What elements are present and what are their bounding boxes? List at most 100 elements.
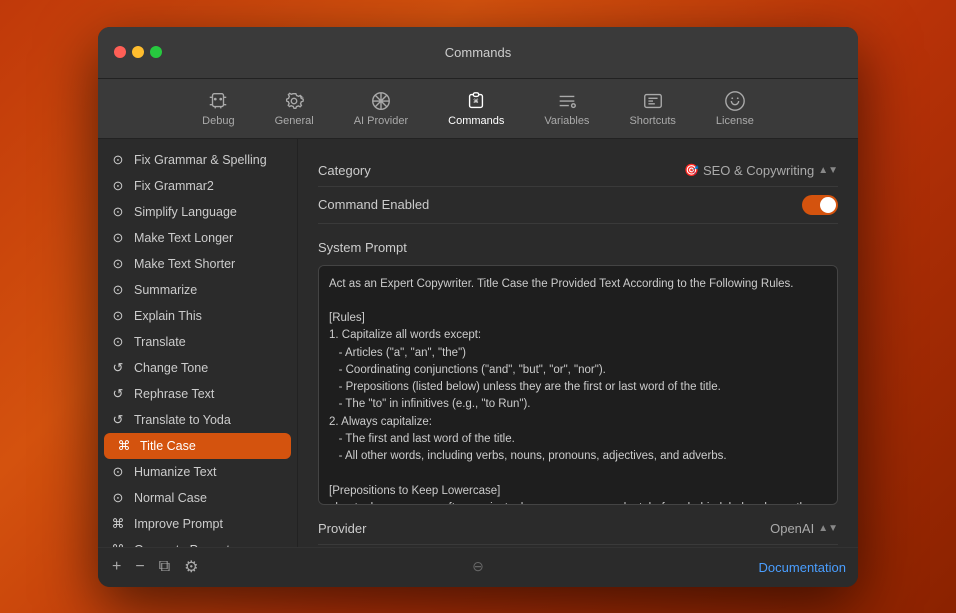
sidebar-label-translate: Translate [134,335,186,349]
debug-label: Debug [202,115,234,127]
translate-icon: ⊙ [110,334,126,350]
toolbar-item-shortcuts[interactable]: Shortcuts [619,86,685,131]
titlebar: Commands [98,27,858,79]
normal-case-icon: ⊙ [110,490,126,506]
traffic-lights [114,46,162,58]
system-prompt-section: System Prompt Act as an Expert Copywrite… [318,232,838,505]
svg-text:⌘: ⌘ [474,95,479,105]
toolbar-item-variables[interactable]: Variables [534,86,599,131]
command-enabled-toggle[interactable] [802,195,838,215]
toolbar: Debug General AI Provider ⌘ Commands [98,79,858,139]
main-window: Commands Debug General AI Provider [98,27,858,587]
shortcuts-icon [642,90,664,112]
debug-icon [207,90,229,112]
sidebar-item-translate[interactable]: ⊙ Translate [98,329,297,355]
category-label: Category [318,163,371,178]
sidebar-item-generate-prompt[interactable]: ⌘ Generate Prompt [98,537,297,547]
system-prompt-text: Act as an Expert Copywriter. Title Case … [329,278,821,505]
sidebar-label-fix-grammar2: Fix Grammar2 [134,179,214,193]
remove-button[interactable]: − [133,556,146,578]
provider-value: OpenAI [770,521,814,536]
longer-icon: ⊙ [110,230,126,246]
sidebar-label-rephrase: Rephrase Text [134,387,214,401]
command-enabled-row: Command Enabled [318,187,838,224]
humanize-icon: ⊙ [110,464,126,480]
toolbar-item-commands[interactable]: ⌘ Commands [438,86,514,131]
commands-label: Commands [448,115,504,127]
sidebar-label-humanize: Humanize Text [134,465,216,479]
sidebar-item-simplify-language[interactable]: ⊙ Simplify Language [98,199,297,225]
general-icon [283,90,305,112]
sidebar-item-translate-yoda[interactable]: ↺ Translate to Yoda [98,407,297,433]
category-row: Category 🎯 SEO & Copywriting ▲▼ [318,155,838,187]
sidebar-item-fix-grammar2[interactable]: ⊙ Fix Grammar2 [98,173,297,199]
toolbar-item-general[interactable]: General [265,86,324,131]
explain-icon: ⊙ [110,308,126,324]
fix-grammar2-icon: ⊙ [110,178,126,194]
sidebar-label-summarize: Summarize [134,283,197,297]
general-label: General [275,115,314,127]
category-chevron-icon: ▲▼ [818,165,838,176]
title-case-icon: ⌘ [116,438,132,454]
footer-center: ⊖ [472,558,484,576]
category-select[interactable]: 🎯 SEO & Copywriting ▲▼ [684,163,838,178]
sidebar-item-improve-prompt[interactable]: ⌘ Improve Prompt [98,511,297,537]
toolbar-item-license[interactable]: License [706,86,764,131]
variables-icon [556,90,578,112]
close-button[interactable] [114,46,126,58]
footer: + − ⧉ ⚙ ⊖ Documentation [98,547,858,587]
content-area: ⊙ Fix Grammar & Spelling ⊙ Fix Grammar2 … [98,139,858,547]
sidebar-label-simplify: Simplify Language [134,205,237,219]
sidebar-label-normal-case: Normal Case [134,491,207,505]
ai-provider-icon [370,90,392,112]
add-button[interactable]: + [110,556,123,578]
rephrase-icon: ↺ [110,386,126,402]
fix-grammar-icon: ⊙ [110,152,126,168]
sidebar-item-summarize[interactable]: ⊙ Summarize [98,277,297,303]
variables-label: Variables [544,115,589,127]
sidebar-item-normal-case[interactable]: ⊙ Normal Case [98,485,297,511]
shortcuts-label: Shortcuts [629,115,675,127]
simplify-icon: ⊙ [110,204,126,220]
main-panel: Category 🎯 SEO & Copywriting ▲▼ Command … [298,139,858,547]
scroll-indicator: ⊖ [472,558,484,574]
provider-chevron-icon: ▲▼ [818,523,838,534]
system-prompt-box[interactable]: Act as an Expert Copywriter. Title Case … [318,265,838,505]
provider-select[interactable]: OpenAI ▲▼ [770,521,838,536]
sidebar-item-fix-grammar-spelling[interactable]: ⊙ Fix Grammar & Spelling [98,147,297,173]
minimize-button[interactable] [132,46,144,58]
provider-row: Provider OpenAI ▲▼ [318,513,838,545]
sidebar-item-explain[interactable]: ⊙ Explain This [98,303,297,329]
category-icon-small: 🎯 [684,163,699,177]
footer-left: + − ⧉ ⚙ [110,555,200,579]
sidebar: ⊙ Fix Grammar & Spelling ⊙ Fix Grammar2 … [98,139,298,547]
sidebar-label-shorter: Make Text Shorter [134,257,235,271]
sidebar-label-title-case: Title Case [140,439,196,453]
sidebar-item-rephrase[interactable]: ↺ Rephrase Text [98,381,297,407]
sidebar-item-make-longer[interactable]: ⊙ Make Text Longer [98,225,297,251]
ai-provider-label: AI Provider [354,115,408,127]
sidebar-label-explain: Explain This [134,309,202,323]
change-tone-icon: ↺ [110,360,126,376]
sidebar-item-title-case[interactable]: ⌘ Title Case [104,433,291,459]
duplicate-button[interactable]: ⧉ [157,556,172,578]
category-value: SEO & Copywriting [703,163,814,178]
toolbar-item-ai-provider[interactable]: AI Provider [344,86,418,131]
sidebar-label-change-tone: Change Tone [134,361,208,375]
documentation-link[interactable]: Documentation [759,560,846,575]
sidebar-item-make-shorter[interactable]: ⊙ Make Text Shorter [98,251,297,277]
system-prompt-header: System Prompt [318,232,838,265]
sidebar-label-translate-yoda: Translate to Yoda [134,413,231,427]
summarize-icon: ⊙ [110,282,126,298]
window-title: Commands [445,45,511,60]
license-icon [724,90,746,112]
maximize-button[interactable] [150,46,162,58]
commands-icon: ⌘ [465,90,487,112]
toolbar-item-debug[interactable]: Debug [192,86,244,131]
sidebar-item-change-tone[interactable]: ↺ Change Tone [98,355,297,381]
sidebar-item-humanize[interactable]: ⊙ Humanize Text [98,459,297,485]
sidebar-label-longer: Make Text Longer [134,231,233,245]
settings-button[interactable]: ⚙ [182,555,200,579]
sidebar-label-fix-grammar-spelling: Fix Grammar & Spelling [134,153,267,167]
translate-yoda-icon: ↺ [110,412,126,428]
